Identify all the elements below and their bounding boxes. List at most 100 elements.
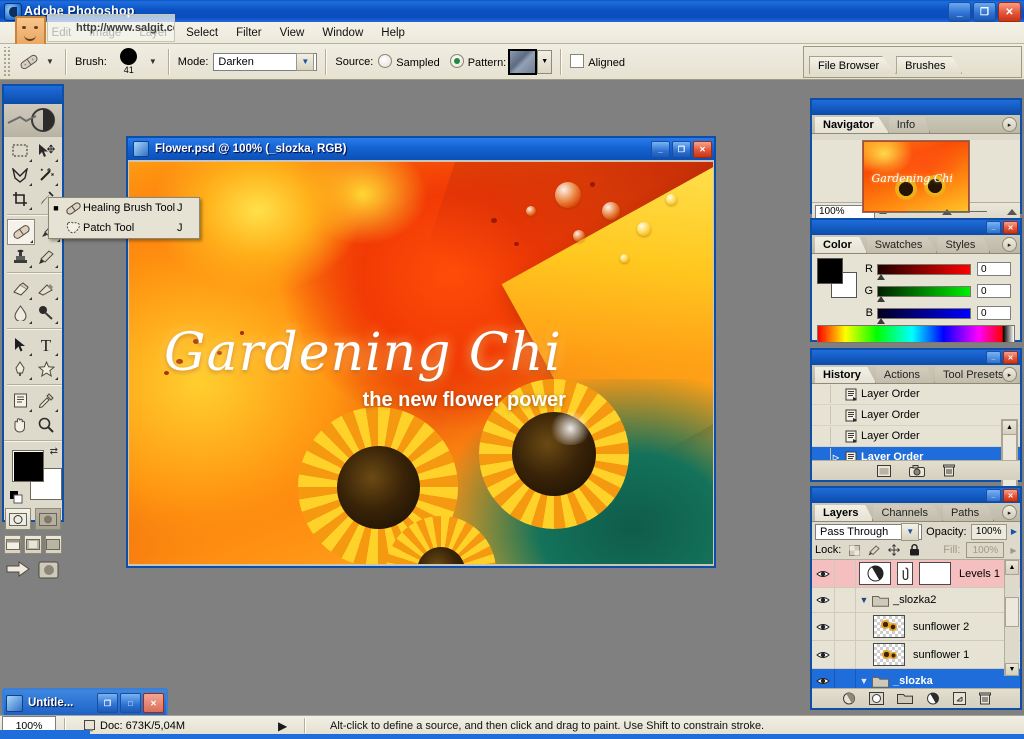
layer-visibility-toggle[interactable] [812, 613, 835, 640]
palette-menu-icon[interactable]: ▸ [1002, 505, 1017, 520]
menu-help[interactable]: Help [372, 25, 414, 41]
blend-mode-select[interactable]: Pass Through ▼ [815, 524, 922, 540]
color-minimize-button[interactable]: _ [986, 221, 1001, 234]
document-title-bar[interactable]: Flower.psd @ 100% (_slozka, RGB) _ ❐ ✕ [128, 138, 714, 160]
aligned-checkbox[interactable]: Aligned [570, 54, 625, 69]
tab-navigator[interactable]: Navigator [815, 117, 889, 133]
tab-history[interactable]: History [815, 367, 876, 383]
brush-chevron-icon[interactable]: ▼ [146, 51, 160, 73]
pen-tool[interactable] [7, 357, 33, 381]
options-bar-gripper[interactable] [2, 47, 11, 77]
eraser-tool[interactable] [7, 277, 33, 301]
history-snapshot-box[interactable] [812, 427, 831, 445]
crop-tool[interactable] [7, 187, 33, 211]
full-screen-with-menubar-button[interactable] [24, 535, 41, 554]
pattern-picker[interactable]: ▼ [508, 49, 552, 75]
magic-wand-tool[interactable] [33, 163, 59, 187]
menu-filter[interactable]: Filter [227, 25, 271, 41]
opacity-value[interactable]: 100% [971, 524, 1007, 540]
create-document-from-state-icon[interactable] [877, 465, 891, 477]
layer-link-toggle[interactable] [835, 613, 856, 640]
clone-stamp-tool[interactable] [7, 245, 33, 269]
layers-title-bar[interactable]: _ ✕ [812, 488, 1020, 503]
maximize-window-button[interactable]: □ [120, 693, 141, 713]
hand-tool[interactable] [7, 413, 33, 437]
layer-visibility-toggle[interactable] [812, 588, 835, 612]
standard-screen-mode-button[interactable] [4, 535, 21, 554]
scroll-up-icon[interactable]: ▲ [1005, 560, 1019, 575]
flyout-item-healing-brush[interactable]: ■ Healing Brush Tool J [49, 198, 199, 218]
new-group-icon[interactable] [897, 693, 913, 705]
history-snapshot-box[interactable] [812, 385, 831, 403]
source-sampled-radio[interactable]: Sampled [378, 54, 439, 69]
scroll-down-icon[interactable]: ▼ [1005, 663, 1019, 676]
opacity-chevron-icon[interactable]: ▶ [1011, 527, 1017, 536]
layer-style-icon[interactable] [842, 692, 856, 705]
minimized-document-window[interactable]: Untitle... ❐ □ ✕ [2, 688, 168, 718]
close-button[interactable]: ✕ [998, 2, 1021, 22]
tab-actions[interactable]: Actions [876, 367, 935, 383]
lasso-tool[interactable] [7, 163, 33, 187]
custom-shape-tool[interactable] [33, 357, 59, 381]
palette-tab-brushes[interactable]: Brushes [896, 56, 962, 74]
foreground-color-swatch[interactable] [12, 450, 44, 482]
document-maximize-button[interactable]: ❐ [672, 141, 691, 158]
zoom-in-icon[interactable] [1007, 209, 1017, 215]
slider-r[interactable] [877, 264, 971, 275]
quick-mask-mode-button[interactable] [35, 508, 61, 530]
table-row[interactable]: sunflower 2 [812, 613, 1020, 641]
menu-window[interactable]: Window [313, 25, 372, 41]
group-expand-icon[interactable]: ▼ [856, 676, 872, 686]
path-selection-tool[interactable] [7, 333, 33, 357]
menu-select[interactable]: Select [177, 25, 227, 41]
default-colors-icon[interactable] [10, 491, 23, 504]
value-b[interactable]: 0 [977, 306, 1011, 320]
slider-b[interactable] [877, 308, 971, 319]
table-row[interactable]: ▼ _slozka2 [812, 588, 1020, 613]
color-spectrum-ramp[interactable] [817, 325, 1015, 343]
layer-thumbnail[interactable] [859, 562, 891, 585]
type-tool[interactable]: T [33, 333, 59, 357]
lock-transparency-icon[interactable] [847, 543, 861, 557]
history-state-row[interactable]: Layer Order [812, 384, 1020, 405]
minimize-button[interactable]: _ [948, 2, 971, 22]
move-tool[interactable] [33, 139, 59, 163]
palette-menu-icon[interactable]: ▸ [1002, 367, 1017, 382]
palette-tab-file-browser[interactable]: File Browser [809, 56, 896, 74]
tab-info[interactable]: Info [889, 117, 930, 133]
foreground-color-swatch[interactable] [817, 258, 843, 284]
history-state-row[interactable]: Layer Order [812, 405, 1020, 426]
layer-mask-thumbnail[interactable] [897, 562, 913, 585]
delete-state-icon[interactable] [943, 464, 955, 477]
create-snapshot-icon[interactable] [909, 465, 925, 477]
blur-tool[interactable] [7, 301, 33, 325]
layers-scrollbar[interactable]: ▲ ▼ [1004, 560, 1019, 676]
source-pattern-radio[interactable]: Pattern: [450, 54, 507, 69]
document-canvas[interactable]: Gardening Chi the new flower power [128, 160, 714, 566]
color-title-bar[interactable]: _ ✕ [812, 220, 1020, 235]
layer-link-toggle[interactable] [835, 588, 856, 612]
document-minimize-button[interactable]: _ [651, 141, 670, 158]
status-doc-info-group[interactable]: Doc: 673K/5,04M [84, 720, 185, 732]
group-expand-icon[interactable]: ▼ [856, 595, 872, 605]
layer-link-toggle[interactable] [835, 641, 856, 668]
scroll-up-icon[interactable]: ▲ [1002, 420, 1017, 435]
new-adjustment-layer-icon[interactable] [926, 692, 940, 705]
flyout-item-patch[interactable]: Patch Tool J [49, 218, 199, 238]
delete-layer-icon[interactable] [979, 692, 991, 705]
lock-all-icon[interactable] [907, 543, 921, 557]
lock-image-icon[interactable] [867, 543, 881, 557]
brush-preview[interactable]: 41 [112, 48, 146, 75]
restore-button[interactable]: ❐ [973, 2, 996, 22]
marquee-tool[interactable] [7, 139, 33, 163]
palette-menu-icon[interactable]: ▸ [1002, 237, 1017, 252]
color-close-button[interactable]: ✕ [1003, 221, 1018, 234]
new-layer-icon[interactable] [953, 692, 966, 705]
navigator-title-bar[interactable] [812, 100, 1020, 115]
full-screen-mode-button[interactable] [45, 535, 62, 554]
tool-preset-chevron-icon[interactable]: ▼ [43, 51, 57, 73]
dodge-tool[interactable] [33, 301, 59, 325]
history-state-row[interactable]: Layer Order [812, 426, 1020, 447]
menu-view[interactable]: View [271, 25, 314, 41]
document-close-button[interactable]: ✕ [693, 141, 712, 158]
